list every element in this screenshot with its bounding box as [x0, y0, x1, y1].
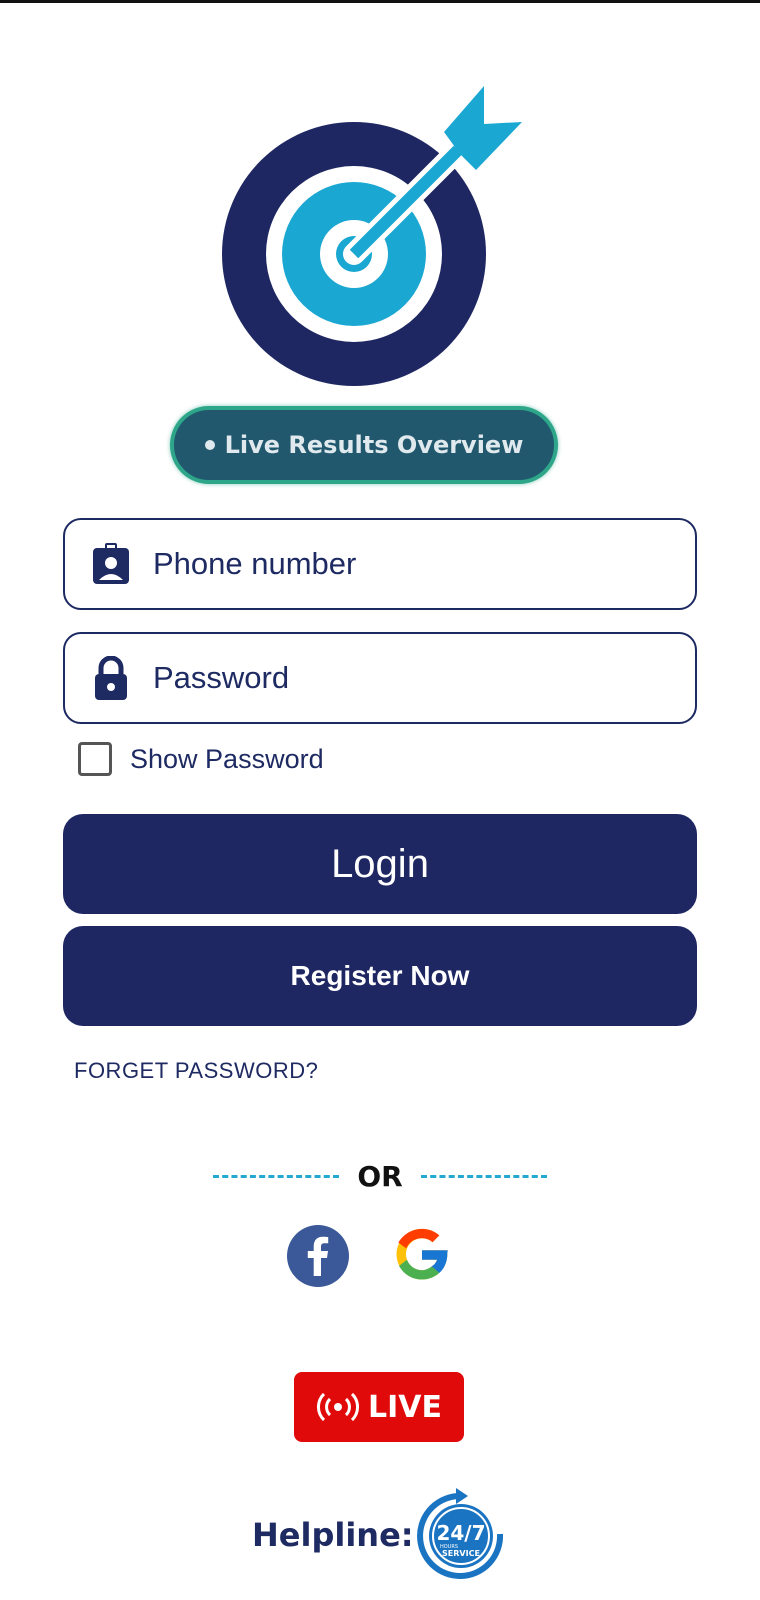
login-button[interactable]: Login [63, 814, 697, 914]
show-password-checkbox[interactable] [78, 742, 112, 776]
google-icon[interactable] [390, 1222, 454, 1288]
target-arrow-logo [222, 86, 522, 386]
phone-field[interactable] [63, 518, 697, 610]
divider-line-left [213, 1174, 340, 1178]
support-24-7-icon[interactable]: 24/7 HOURS SERVICE [416, 1488, 506, 1584]
broadcast-icon [317, 1392, 359, 1422]
lock-icon [91, 656, 131, 700]
or-label: OR [357, 1159, 403, 1193]
password-input[interactable] [153, 660, 653, 696]
password-field[interactable] [63, 632, 697, 724]
live-results-badge[interactable]: Live Results Overview [170, 406, 558, 484]
support-icon-service: SERVICE [442, 1549, 480, 1558]
support-icon-text: 24/7 [436, 1521, 485, 1545]
facebook-icon[interactable] [286, 1224, 350, 1288]
badge-dot [204, 440, 215, 450]
or-divider: OR [0, 1156, 760, 1196]
forget-password-link[interactable]: FORGET PASSWORD? [74, 1058, 318, 1084]
divider-line-right [420, 1174, 547, 1178]
live-label: LIVE [368, 1389, 442, 1425]
live-button[interactable]: LIVE [294, 1372, 464, 1442]
badge-label: Live Results Overview [224, 431, 524, 459]
phone-input[interactable] [153, 546, 653, 582]
show-password-label: Show Password [130, 743, 324, 774]
register-button[interactable]: Register Now [63, 926, 697, 1026]
helpline-label: Helpline: [252, 1516, 414, 1554]
show-password-toggle[interactable]: Show Password [78, 742, 324, 776]
contact-badge-icon [91, 542, 131, 586]
status-bar-edge [0, 0, 760, 3]
